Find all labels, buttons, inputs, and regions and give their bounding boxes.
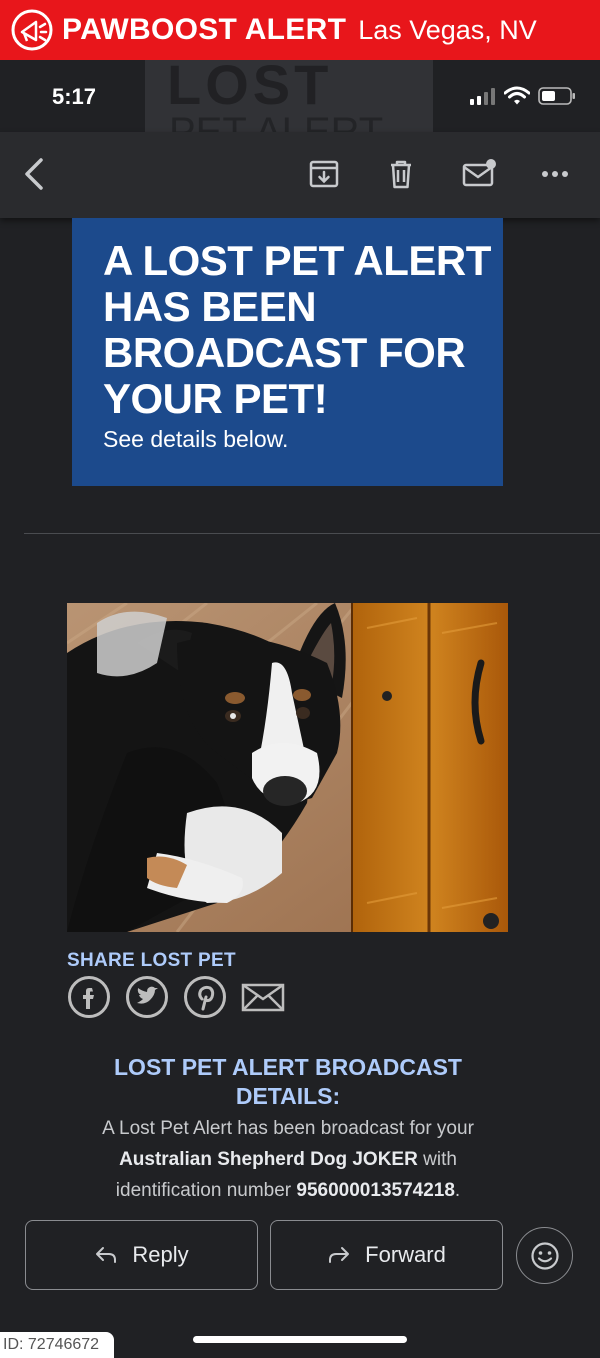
signal-icon (470, 88, 495, 105)
mark-unread-icon[interactable] (459, 154, 499, 194)
email-toolbar (0, 132, 600, 218)
wifi-icon (504, 86, 530, 105)
forward-label: Forward (365, 1242, 446, 1267)
trash-icon[interactable] (381, 154, 421, 194)
smiley-icon (530, 1241, 559, 1270)
battery-icon (538, 87, 575, 105)
more-icon[interactable] (535, 154, 575, 194)
details-title: LOST PET ALERT BROADCAST DETAILS: (114, 1054, 462, 1109)
details-text: A Lost Pet Alert has been broadcast for … (102, 1118, 474, 1201)
pinterest-icon[interactable] (183, 975, 227, 1019)
megaphone-icon (6, 4, 58, 56)
pet-photo[interactable] (67, 603, 508, 932)
forward-button[interactable]: Forward (270, 1220, 503, 1290)
alert-banner: PAWBOOST ALERT Las Vegas, NV (0, 0, 600, 60)
hero-subtitle: See details below. (103, 426, 289, 452)
reply-button[interactable]: Reply (25, 1220, 258, 1290)
status-icons (470, 86, 576, 106)
hero-title: A LOST PET ALERT HAS BEEN BROADCAST FOR … (103, 237, 491, 422)
share-icons (67, 975, 285, 1019)
facebook-icon[interactable] (67, 975, 111, 1019)
hero-banner: A LOST PET ALERT HAS BEEN BROADCAST FOR … (72, 218, 503, 486)
id-tag: ID: 72746672 (0, 1332, 114, 1358)
home-indicator (193, 1336, 407, 1343)
status-bar: 5:17 (0, 60, 600, 132)
reply-label: Reply (132, 1242, 189, 1267)
alert-location: Las Vegas, NV (358, 14, 537, 45)
forward-icon (329, 1247, 350, 1263)
share-label: SHARE LOST PET (67, 950, 236, 971)
alert-brand: PAWBOOST ALERT (62, 13, 347, 46)
reply-icon (96, 1247, 117, 1263)
emoji-reaction-button[interactable] (516, 1227, 573, 1284)
status-time: 5:17 (52, 84, 97, 109)
archive-icon[interactable] (304, 154, 344, 194)
pet-name: Australian Shepherd Dog JOKER (119, 1149, 418, 1170)
back-icon[interactable] (14, 154, 54, 194)
divider (24, 533, 600, 534)
pet-id-number: 956000013574218 (296, 1180, 455, 1201)
email-icon[interactable] (241, 975, 285, 1019)
twitter-icon[interactable] (125, 975, 169, 1019)
